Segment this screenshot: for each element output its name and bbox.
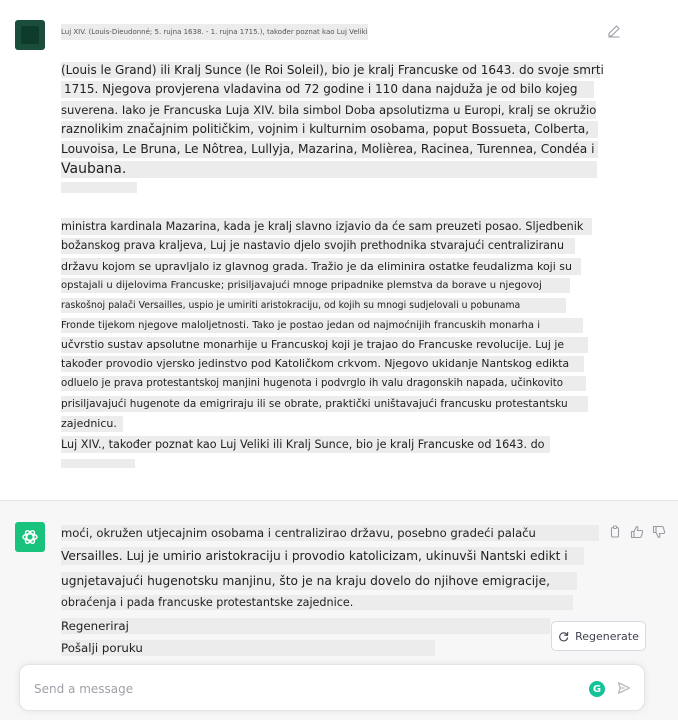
user-p1-line-1: (Louis le Grand) ili Kralj Sunce (le Roi… bbox=[61, 62, 604, 78]
user-p1-line-4: raznolikim značajnim političkim, vojnim … bbox=[61, 121, 598, 138]
user-p2-line-6: Fronde tijekom njegove maloljetnosti. Ta… bbox=[61, 318, 583, 333]
user-p2-line-8: također provodio vjersko jedinstvo pod K… bbox=[61, 356, 584, 372]
assistant-send-text: Pošalji poruku bbox=[61, 640, 435, 656]
thumbs-down-icon[interactable] bbox=[652, 525, 666, 539]
user-avatar-square bbox=[21, 26, 39, 44]
regenerate-label: Regenerate bbox=[575, 629, 639, 643]
refresh-icon bbox=[559, 631, 569, 641]
assistant-line-3: ugnjetavajući hugenotsku manjinu, što je… bbox=[61, 572, 577, 590]
regenerate-button[interactable]: Regenerate bbox=[551, 621, 646, 651]
thumbs-up-icon[interactable] bbox=[630, 525, 644, 539]
assistant-line-4: obraćenja i pada francuske protestantske… bbox=[61, 595, 573, 610]
user-p2-line-1: ministra kardinala Mazarina, kada je kra… bbox=[61, 218, 592, 235]
user-p2-line-2: božanskog prava kraljeva, Luj je nastavi… bbox=[61, 238, 575, 254]
user-avatar bbox=[15, 20, 45, 50]
user-p2-line-12: Luj XIV., također poznat kao Luj Veliki … bbox=[61, 436, 550, 453]
message-composer: G bbox=[19, 664, 645, 711]
user-p1-line-5: Louvoisa, Le Bruna, Le Nôtrea, Lullyja, … bbox=[61, 141, 598, 158]
user-message-header: Luj XIV. (Louis-Dieudonné; 5. rujna 1638… bbox=[61, 24, 368, 40]
openai-logo-icon bbox=[22, 530, 38, 544]
assistant-line-1: moći, okružen utjecajnim osobama i centr… bbox=[61, 525, 599, 541]
user-p2-line-3: državu kojom se upravljalo iz glavnog gr… bbox=[61, 258, 581, 275]
user-p1-line-3: suverena. Iako je Francuska Luja XIV. bi… bbox=[61, 101, 597, 119]
user-p2-faint-line bbox=[61, 459, 135, 468]
assistant-line-2: Versailles. Luj je umirio aristokraciju … bbox=[61, 547, 584, 565]
edit-icon[interactable] bbox=[607, 24, 621, 38]
assistant-avatar bbox=[15, 522, 45, 552]
user-p2-line-11: zajednicu. bbox=[61, 416, 123, 432]
grammarly-icon[interactable]: G bbox=[589, 681, 605, 697]
user-p2-line-9: odluelo je prava protestantskoj manjini … bbox=[61, 376, 586, 391]
user-p2-line-7: učvrstio sustav apsolutne monarhije u Fr… bbox=[61, 337, 588, 353]
user-p2-line-5: raskošnoj palači Versailles, uspio je um… bbox=[61, 298, 566, 313]
user-p2-line-4: opstajali u dijelovima Francuske; prisil… bbox=[61, 278, 570, 293]
user-p1-line-2: 1715. Njegova provjerena vladavina od 72… bbox=[61, 81, 594, 98]
send-icon[interactable] bbox=[617, 681, 631, 695]
user-p1-faint-line bbox=[61, 182, 137, 193]
copy-icon[interactable] bbox=[608, 525, 622, 539]
assistant-regenerate-text: Regeneriraj bbox=[61, 618, 550, 634]
message-input[interactable] bbox=[32, 677, 576, 701]
user-p2-line-10: prisiljavajući hugenote da emigriraju il… bbox=[61, 396, 588, 412]
user-p1-line-6: Vaubana. bbox=[61, 161, 597, 178]
